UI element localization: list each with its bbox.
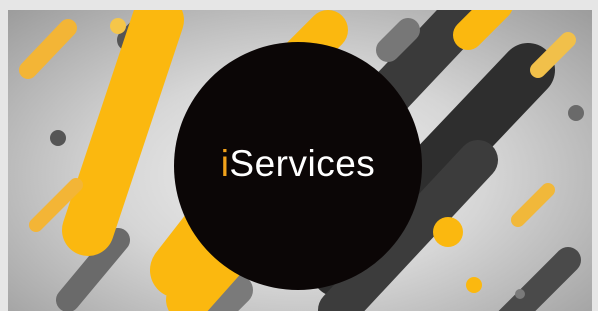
brand-circle: iServices <box>174 42 422 290</box>
yellow-stripe <box>19 19 77 79</box>
dark-stripe <box>498 247 581 311</box>
grey-dot <box>50 130 66 146</box>
image-frame: iServices <box>0 0 598 311</box>
yellow-dot <box>110 18 126 34</box>
yellow-stripe <box>530 32 576 78</box>
yellow-dot <box>433 217 463 247</box>
brand-suffix: Services <box>229 143 376 184</box>
iservices-banner: iServices <box>8 10 592 311</box>
yellow-dot <box>466 277 482 293</box>
yellow-stripe <box>511 183 555 227</box>
grey-dot <box>515 289 525 299</box>
brand-logo-text: iServices <box>221 143 376 185</box>
grey-dot <box>568 105 584 121</box>
yellow-stripe <box>453 10 513 50</box>
grey-stripe <box>376 18 420 62</box>
yellow-stripe <box>62 10 184 256</box>
